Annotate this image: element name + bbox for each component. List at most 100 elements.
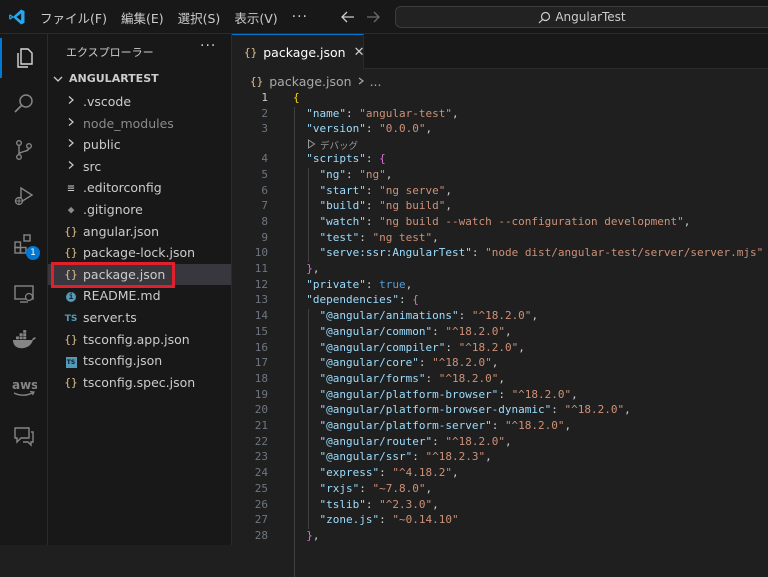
code-line[interactable]: 19 "@angular/platform-browser": "^18.2.0… — [232, 388, 768, 404]
code-line[interactable]: 4 "scripts": { — [232, 152, 768, 168]
menu-view[interactable]: 表示(V) — [234, 8, 277, 27]
tab-package-json[interactable]: {} package.json ✕ — [232, 34, 364, 69]
activity-explorer[interactable] — [0, 38, 48, 78]
code-line[interactable]: 21 "@angular/platform-server": "^18.2.0"… — [232, 419, 768, 435]
code-line[interactable]: 16 "@angular/compiler": "^18.2.0", — [232, 341, 768, 357]
tree-item-node-modules[interactable]: node_modules — [48, 113, 231, 134]
line-number: 1 — [261, 91, 268, 104]
code-line[interactable]: 3 "version": "0.0.0", — [232, 122, 768, 138]
code-line[interactable]: 23 "@angular/ssr": "^18.2.3", — [232, 450, 768, 466]
forward-arrow-icon[interactable] — [366, 10, 381, 24]
breadcrumb-file[interactable]: package.json — [269, 74, 351, 89]
tree-item-tsconfig-app-json[interactable]: {} tsconfig.app.json — [48, 329, 231, 350]
code-line[interactable]: 8 "watch": "ng build --watch --configura… — [232, 215, 768, 231]
line-text: "version": "0.0.0", — [306, 122, 433, 136]
activity-extensions[interactable]: 1 — [0, 224, 48, 264]
menu-more-button[interactable]: ··· — [292, 9, 308, 25]
source-control-icon — [15, 140, 32, 161]
command-center-text: AngularTest — [555, 10, 626, 24]
line-number: 23 — [254, 450, 268, 464]
run-debug-icon — [14, 186, 34, 206]
tree-item-label: .editorconfig — [83, 180, 162, 196]
line-text: "watch": "ng build --watch --configurati… — [319, 214, 691, 228]
line-number: 5 — [261, 167, 268, 181]
json-file-icon: {} — [64, 332, 78, 346]
code-line[interactable]: 28 }, — [232, 529, 768, 545]
menu-edit[interactable]: 編集(E) — [121, 8, 164, 27]
tree-item-readme-md[interactable]: i README.md — [48, 285, 231, 306]
command-center-search[interactable]: AngularTest — [395, 6, 768, 28]
tree-item-gitignore[interactable]: ◆ .gitignore — [48, 199, 231, 220]
activity-search[interactable] — [0, 84, 48, 124]
activity-docker[interactable] — [0, 320, 48, 360]
explorer-more-button[interactable]: ··· — [200, 38, 216, 54]
code-line[interactable]: 10 "serve:ssr:AngularTest": "node dist/a… — [232, 246, 768, 262]
tree-item-public[interactable]: public — [48, 134, 231, 155]
line-number: 19 — [254, 387, 268, 401]
tree-item-vscode[interactable]: .vscode — [48, 91, 231, 112]
line-number: 9 — [261, 230, 268, 244]
breadcrumb: {} package.json ... — [250, 72, 381, 90]
activity-source-control[interactable] — [0, 130, 48, 170]
tree-item-server-ts[interactable]: TS server.ts — [48, 307, 231, 328]
tree-item-tsconfig-json[interactable]: TS tsconfig.json — [48, 350, 231, 371]
code-line[interactable]: 2 "name": "angular-test", — [232, 107, 768, 123]
line-text: "@angular/compiler": "^18.2.0", — [319, 340, 525, 354]
activity-chat[interactable] — [0, 416, 48, 456]
chevron-right-icon — [64, 117, 78, 130]
tree-item-package-lock-json[interactable]: {} package-lock.json — [48, 242, 231, 263]
codelens-debug[interactable]: デバッグ — [232, 139, 768, 152]
tree-item-src[interactable]: src — [48, 156, 231, 177]
chevron-right-icon — [64, 138, 78, 151]
aws-icon: aws — [12, 378, 37, 396]
code-line[interactable]: 27 "zone.js": "~0.14.10" — [232, 513, 768, 529]
line-number: 21 — [254, 419, 268, 432]
workspace-root-folder[interactable]: ANGULARTEST — [52, 72, 159, 85]
json-file-icon: {} — [244, 45, 258, 59]
line-number: 2 — [261, 106, 268, 120]
line-number: 6 — [261, 183, 268, 197]
line-text: }, — [306, 262, 320, 275]
back-arrow-icon[interactable] — [340, 10, 355, 24]
line-text: "test": "ng test", — [319, 230, 439, 244]
menu-bar: ファイル(F) 編集(E) 選択(S) 表示(V) ··· — [40, 0, 322, 34]
activity-aws[interactable]: aws — [0, 368, 48, 408]
code-line[interactable]: 26 "tslib": "^2.3.0", — [232, 498, 768, 514]
code-line[interactable]: 5 "ng": "ng", — [232, 168, 768, 184]
breadcrumb-rest[interactable]: ... — [370, 74, 382, 89]
code-line[interactable]: 6 "start": "ng serve", — [232, 184, 768, 200]
code-line[interactable]: 24 "express": "^4.18.2", — [232, 466, 768, 482]
typescript-icon: TS — [64, 314, 78, 324]
code-line[interactable]: 20 "@angular/platform-browser-dynamic": … — [232, 403, 768, 419]
code-line[interactable]: 22 "@angular/router": "^18.2.0", — [232, 435, 768, 451]
menu-file[interactable]: ファイル(F) — [40, 8, 107, 27]
line-number: 4 — [261, 152, 268, 166]
tree-item-angular-json[interactable]: {} angular.json — [48, 221, 231, 242]
activity-remote-explorer[interactable] — [0, 274, 48, 314]
code-line[interactable]: 25 "rxjs": "~7.8.0", — [232, 482, 768, 498]
line-number: 18 — [254, 371, 268, 385]
activity-run-debug[interactable] — [0, 176, 48, 216]
line-number: 10 — [254, 246, 268, 260]
code-line[interactable]: 13 "dependencies": { — [232, 293, 768, 309]
tree-item-editorconfig[interactable]: ≡ .editorconfig — [48, 177, 231, 198]
code-line[interactable]: 9 "test": "ng test", — [232, 231, 768, 247]
code-line[interactable]: 17 "@angular/core": "^18.2.0", — [232, 356, 768, 372]
code-line[interactable]: 1{ — [232, 91, 768, 107]
code-line[interactable]: 7 "build": "ng build", — [232, 199, 768, 215]
search-icon — [538, 11, 551, 23]
close-icon[interactable]: ✕ — [354, 45, 365, 60]
json-file-icon: {} — [64, 224, 78, 238]
code-line[interactable]: 14 "@angular/animations": "^18.2.0", — [232, 309, 768, 325]
remote-explorer-icon — [14, 285, 34, 303]
tab-label: package.json — [263, 44, 346, 60]
tree-item-tsconfig-spec-json[interactable]: {} tsconfig.spec.json — [48, 372, 231, 393]
line-text: "@angular/platform-browser": "^18.2.0", — [319, 387, 578, 401]
code-line[interactable]: 12 "private": true, — [232, 278, 768, 294]
menu-selection[interactable]: 選択(S) — [178, 8, 221, 27]
line-number: 14 — [254, 309, 268, 323]
code-line[interactable]: 18 "@angular/forms": "^18.2.0", — [232, 372, 768, 388]
code-line[interactable]: 11 }, — [232, 262, 768, 278]
code-line[interactable]: 15 "@angular/common": "^18.2.0", — [232, 325, 768, 341]
tree-item-label: node_modules — [83, 115, 174, 131]
